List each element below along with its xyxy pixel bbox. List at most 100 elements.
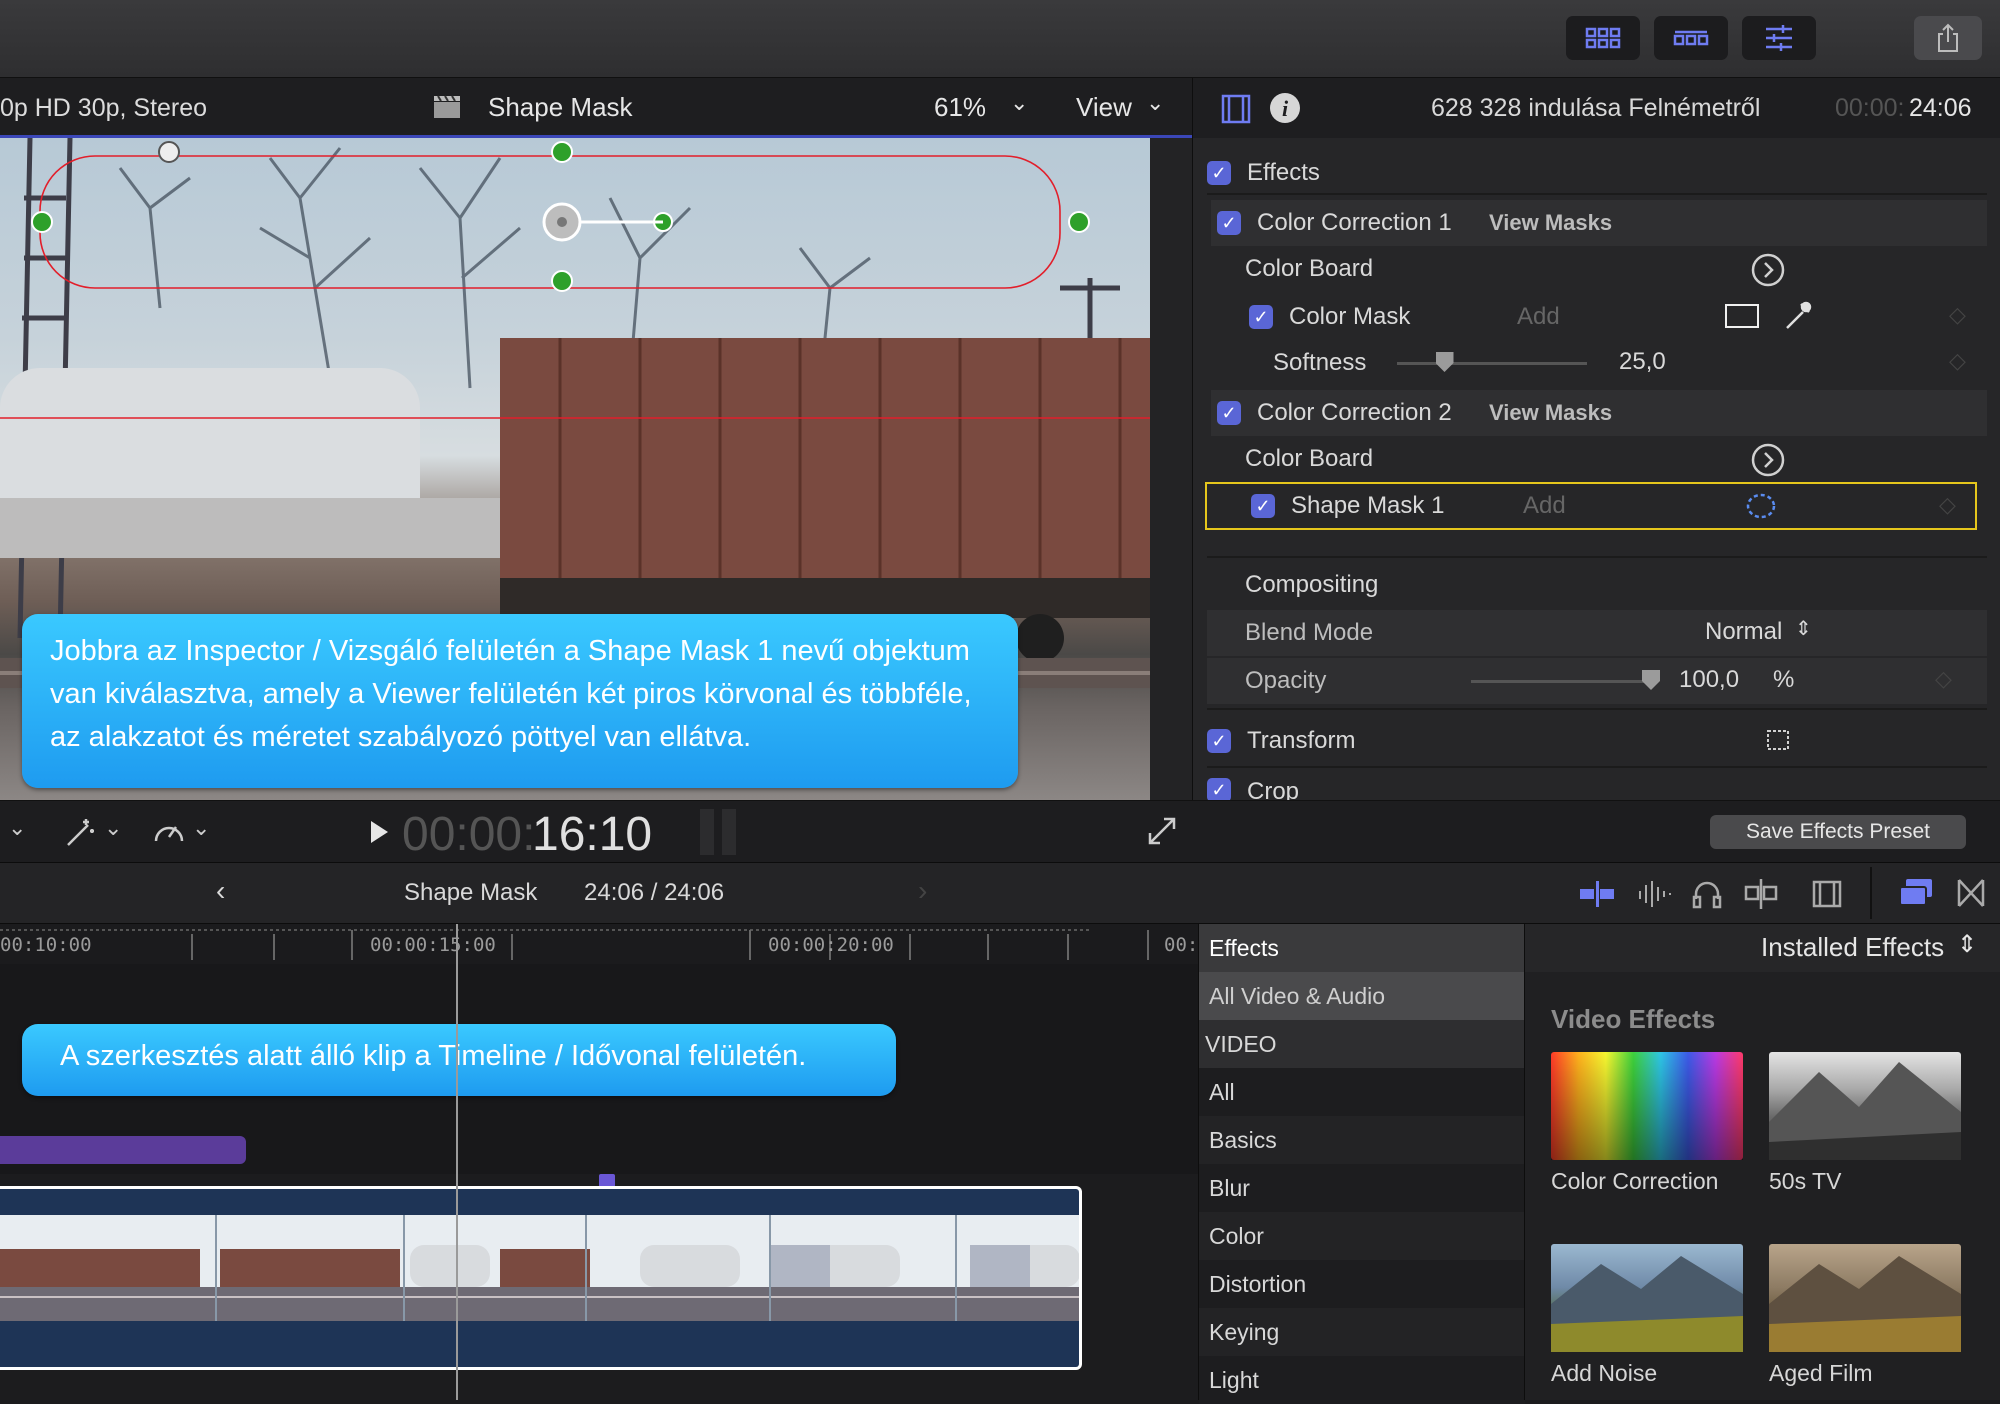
softness-row[interactable]: Softness 25,0 ◇	[1207, 340, 1987, 386]
crop-section[interactable]: ✓ Crop	[1207, 772, 1987, 800]
shape-mask-icon[interactable]	[1745, 492, 1777, 520]
opacity-row[interactable]: Opacity 100,0 % ◇	[1207, 658, 1987, 704]
color-board-1-row[interactable]: Color Board	[1207, 246, 1987, 292]
audio-waveform-icon[interactable]	[1636, 879, 1672, 909]
share-button[interactable]	[1914, 16, 1982, 60]
effects-category[interactable]: Basics	[1199, 1116, 1525, 1164]
opacity-label: Opacity	[1245, 667, 1327, 694]
opacity-value[interactable]: 100,0	[1679, 666, 1739, 694]
color-mask-checkbox[interactable]: ✓	[1249, 305, 1273, 329]
back-arrow-icon[interactable]: ‹	[216, 875, 225, 907]
crop-checkbox[interactable]: ✓	[1207, 778, 1231, 800]
opacity-slider-track[interactable]	[1471, 680, 1651, 683]
clip-appearance-icon[interactable]	[1812, 879, 1842, 909]
playhead[interactable]	[456, 924, 458, 1400]
snapping-icon[interactable]	[1742, 877, 1780, 911]
video-clip[interactable]	[0, 1186, 1082, 1370]
play-icon[interactable]	[368, 819, 390, 845]
compositing-section[interactable]: Compositing	[1207, 562, 1987, 608]
timeline[interactable]: 00:10:00 00:00:15:00 00:00:20:00 00: A s…	[0, 924, 1198, 1400]
updown-chevron-icon[interactable]: ⇕	[1957, 930, 1977, 959]
save-effects-preset-button[interactable]: Save Effects Preset	[1710, 815, 1966, 849]
clapper-icon	[434, 95, 460, 118]
effects-category[interactable]: Blur	[1199, 1164, 1525, 1212]
timeline-ruler[interactable]: 00:10:00 00:00:15:00 00:00:20:00 00:	[0, 924, 1198, 964]
softness-slider-knob[interactable]	[1435, 352, 1454, 372]
color-correction-1-row[interactable]: ✓ Color Correction 1 View Masks	[1211, 200, 1987, 246]
timeline-icon	[1673, 30, 1709, 46]
headphones-icon[interactable]	[1692, 879, 1722, 909]
color-board-2-row[interactable]: Color Board	[1207, 436, 1987, 482]
effect-name[interactable]: Aged Film	[1769, 1360, 1873, 1387]
effect-name[interactable]: 50s TV	[1769, 1168, 1841, 1195]
color-mask-add[interactable]: Add	[1517, 303, 1607, 331]
keyframe-diamond-icon[interactable]: ◇	[1939, 492, 1956, 518]
clip-skimming-icon[interactable]	[1578, 879, 1616, 909]
opacity-slider-knob[interactable]	[1642, 670, 1660, 690]
inspector-panel: i 628 328 indulása Felnémetről 00:00: 24…	[1192, 78, 2000, 800]
blend-mode-value[interactable]: Normal	[1705, 618, 1782, 646]
effects-section[interactable]: ✓ Effects	[1207, 150, 1987, 196]
zoom-level[interactable]: 61%	[934, 92, 986, 123]
timeline-toggle-button[interactable]	[1654, 16, 1728, 60]
magic-wand-icon[interactable]	[64, 817, 98, 847]
blend-mode-row[interactable]: Blend Mode Normal ⇕	[1207, 610, 1987, 656]
cc2-view-masks[interactable]: View Masks	[1489, 400, 1612, 426]
effects-category[interactable]: Color	[1199, 1212, 1525, 1260]
cc1-checkbox[interactable]: ✓	[1217, 211, 1241, 235]
fullscreen-icon[interactable]	[1148, 817, 1176, 845]
inspector-toggle-button[interactable]	[1742, 16, 1816, 60]
effects-category[interactable]: All	[1199, 1068, 1525, 1116]
effects-category[interactable]: All Video & Audio	[1199, 972, 1525, 1020]
chevron-down-icon[interactable]: ⌄	[8, 815, 26, 841]
add-noise-thumb[interactable]	[1551, 1244, 1743, 1352]
color-correction-thumb[interactable]	[1551, 1052, 1743, 1160]
aged-film-thumb[interactable]	[1769, 1244, 1961, 1352]
chevron-down-icon[interactable]: ⌄	[1010, 90, 1028, 116]
softness-slider-track[interactable]	[1397, 362, 1587, 365]
effect-name[interactable]: Color Correction	[1551, 1168, 1718, 1195]
mask-color-swatch[interactable]	[1725, 304, 1759, 328]
info-icon[interactable]: i	[1269, 92, 1301, 124]
effect-name[interactable]: Add Noise	[1551, 1360, 1657, 1387]
arrow-right-circle-icon[interactable]	[1751, 443, 1785, 477]
effects-category[interactable]: Keying	[1199, 1308, 1525, 1356]
keyframe-diamond-icon[interactable]: ◇	[1935, 666, 1952, 692]
effects-browser-icon[interactable]	[1898, 877, 1934, 909]
transitions-icon[interactable]	[1956, 877, 1986, 909]
color-correction-2-row[interactable]: ✓ Color Correction 2 View Masks	[1211, 390, 1987, 436]
shape-mask-1-row[interactable]: ✓ Shape Mask 1 Add ◇	[1205, 482, 1977, 530]
divider	[1207, 556, 1987, 558]
shape-mask-label: Shape Mask 1	[1291, 492, 1445, 519]
transform-icon[interactable]	[1765, 728, 1791, 752]
arrow-right-circle-icon[interactable]	[1751, 253, 1785, 287]
shape-mask-add[interactable]: Add	[1523, 492, 1566, 520]
effects-checkbox[interactable]: ✓	[1207, 161, 1231, 185]
forward-arrow-icon[interactable]: ›	[918, 875, 927, 907]
cc1-view-masks[interactable]: View Masks	[1489, 210, 1612, 236]
installed-effects-menu[interactable]: Installed Effects	[1761, 932, 1944, 963]
browser-toggle-button[interactable]	[1566, 16, 1640, 60]
view-menu[interactable]: View	[1076, 92, 1132, 123]
shape-mask-checkbox[interactable]: ✓	[1251, 494, 1275, 518]
effects-category[interactable]: Light	[1199, 1356, 1525, 1404]
chevron-down-icon[interactable]: ⌄	[104, 815, 122, 841]
eyedropper-icon[interactable]	[1783, 300, 1813, 332]
connected-title-clip[interactable]	[0, 1136, 246, 1164]
viewer-canvas[interactable]: Jobbra az Inspector / Vizsgáló felületén…	[0, 138, 1150, 800]
video-inspector-icon[interactable]	[1221, 94, 1251, 124]
keyframe-diamond-icon[interactable]: ◇	[1949, 302, 1966, 328]
updown-chevron-icon[interactable]: ⇕	[1795, 616, 1812, 641]
speedometer-icon[interactable]	[152, 815, 186, 847]
transform-checkbox[interactable]: ✓	[1207, 729, 1231, 753]
cc2-checkbox[interactable]: ✓	[1217, 401, 1241, 425]
softness-value[interactable]: 25,0	[1619, 348, 1666, 376]
effects-category[interactable]: Distortion	[1199, 1260, 1525, 1308]
effects-header: Effects	[1199, 924, 1525, 972]
chevron-down-icon[interactable]: ⌄	[192, 815, 210, 841]
color-mask-row[interactable]: ✓ Color Mask Add ◇	[1207, 294, 1987, 340]
keyframe-diamond-icon[interactable]: ◇	[1949, 348, 1966, 374]
chevron-down-icon[interactable]: ⌄	[1146, 90, 1164, 116]
transform-section[interactable]: ✓ Transform	[1207, 718, 1987, 764]
50s-tv-thumb[interactable]	[1769, 1052, 1961, 1160]
